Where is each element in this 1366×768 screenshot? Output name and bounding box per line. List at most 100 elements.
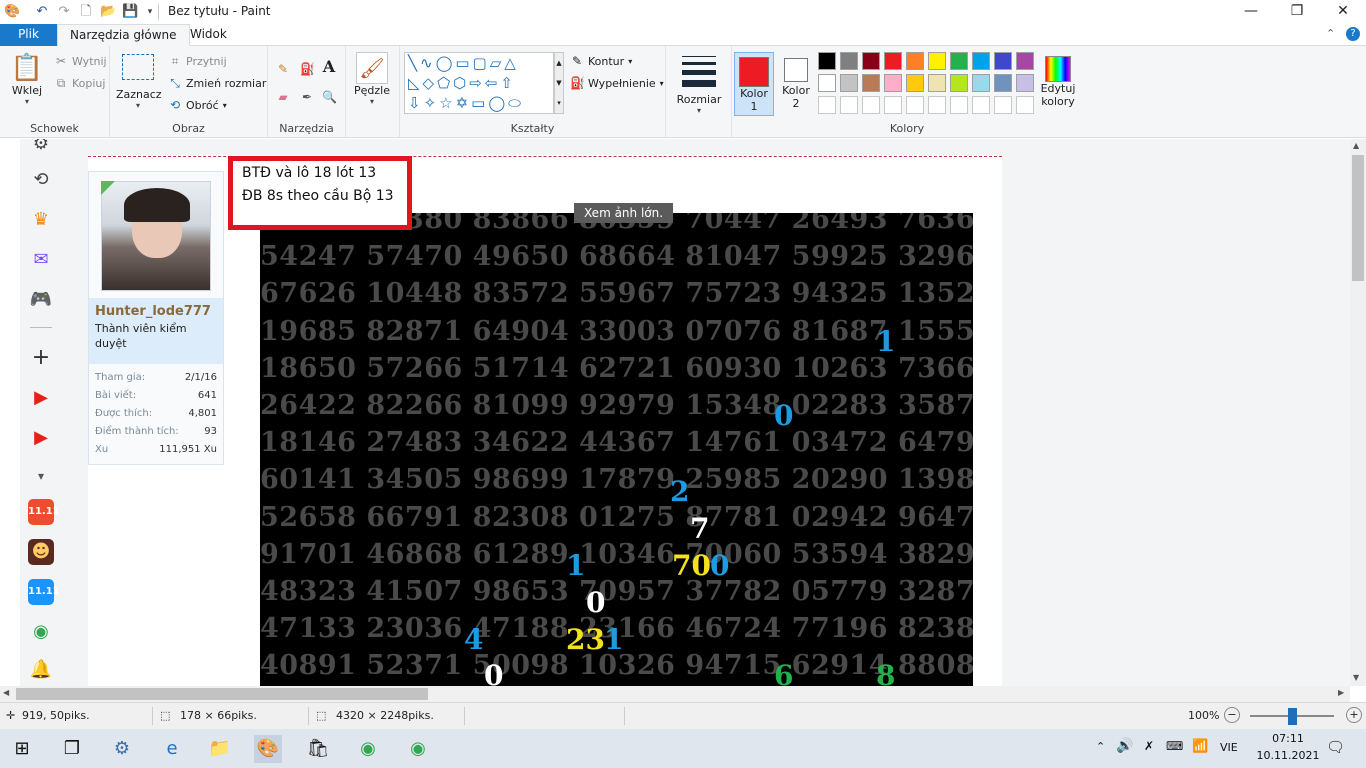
- empty-custom-color-swatch[interactable]: [884, 96, 902, 114]
- palette-color-swatch[interactable]: [928, 74, 946, 92]
- shopee-icon[interactable]: 11.11: [28, 499, 60, 525]
- avatar[interactable]: [101, 181, 211, 291]
- palette-color-swatch[interactable]: [1016, 52, 1034, 70]
- shapes-gallery[interactable]: ╲∿◯▭▢▱△ ◺◇⬠⬡⇨⇦⇧ ⇩✧☆✡▭◯⬭: [404, 52, 554, 114]
- palette-color-swatch[interactable]: [818, 74, 836, 92]
- empty-custom-color-swatch[interactable]: [862, 96, 880, 114]
- palette-color-swatch[interactable]: [862, 52, 880, 70]
- notifications-icon[interactable]: 🗨: [1326, 738, 1345, 756]
- vertical-scroll-thumb[interactable]: [1352, 155, 1364, 281]
- scroll-right-icon[interactable]: ▶: [1338, 688, 1344, 697]
- palette-color-swatch[interactable]: [840, 52, 858, 70]
- messenger-icon[interactable]: ✉: [28, 247, 54, 273]
- wifi-icon[interactable]: 📶: [1192, 739, 1208, 754]
- cut-button[interactable]: ✂ Wytnij: [54, 54, 107, 68]
- empty-custom-color-swatch[interactable]: [840, 96, 858, 114]
- notification-bell-icon[interactable]: 🔔: [28, 657, 54, 683]
- close-button[interactable]: ✕: [1320, 0, 1366, 24]
- copy-button[interactable]: ⧉ Kopiuj: [54, 76, 106, 90]
- color1-button[interactable]: Kolor 1: [734, 52, 774, 116]
- scroll-down-icon[interactable]: ▼: [1353, 673, 1359, 682]
- rotate-button[interactable]: ⟲ Obróć ▾: [168, 98, 227, 112]
- tab-view[interactable]: Widok: [178, 24, 239, 46]
- horizontal-scroll-thumb[interactable]: [16, 688, 428, 700]
- paint-canvas[interactable]: ⚙ ⟲ ♛ ✉ 🎮 + ▶ ▶ ▾ 11.11 ☻ 11.11 ◉ 🔔 Hunt…: [0, 139, 1350, 686]
- zoom-in-button[interactable]: +: [1346, 707, 1362, 723]
- palette-color-swatch[interactable]: [972, 52, 990, 70]
- crown-icon[interactable]: ♛: [28, 207, 54, 233]
- paint-app-icon[interactable]: 🎨: [4, 4, 20, 20]
- task-view-icon[interactable]: ❐: [58, 735, 86, 763]
- color-picker-icon[interactable]: ✒: [300, 90, 314, 104]
- crop-button[interactable]: ⌗ Przytnij: [168, 54, 227, 68]
- palette-color-swatch[interactable]: [994, 74, 1012, 92]
- vertical-scrollbar[interactable]: ▲ ▼: [1350, 139, 1366, 686]
- coccoc-taskbar-icon[interactable]: ◉: [354, 735, 382, 763]
- store-icon[interactable]: 🛍: [304, 735, 332, 763]
- palette-color-swatch[interactable]: [950, 52, 968, 70]
- save-icon[interactable]: 💾: [122, 4, 138, 20]
- keyboard-icon[interactable]: ⌨: [1166, 739, 1183, 753]
- empty-custom-color-swatch[interactable]: [928, 96, 946, 114]
- clock-time[interactable]: 07:11: [1264, 732, 1312, 745]
- youtube-icon-2[interactable]: ▶: [28, 425, 54, 451]
- history-icon[interactable]: ⟲: [28, 167, 54, 193]
- username[interactable]: Hunter_lode777: [95, 304, 211, 319]
- game-avatar-icon[interactable]: ☻: [28, 539, 54, 565]
- empty-custom-color-swatch[interactable]: [1016, 96, 1034, 114]
- empty-custom-color-swatch[interactable]: [950, 96, 968, 114]
- palette-color-swatch[interactable]: [906, 74, 924, 92]
- minimize-button[interactable]: —: [1228, 0, 1274, 24]
- input-method-icon[interactable]: ✗: [1144, 739, 1154, 753]
- tab-home[interactable]: Narzędzia główne: [57, 24, 190, 46]
- outline-button[interactable]: ✎ Kontur ▾: [570, 54, 632, 68]
- empty-custom-color-swatch[interactable]: [906, 96, 924, 114]
- file-explorer-icon[interactable]: 📁: [206, 735, 234, 763]
- magnifier-icon[interactable]: 🔍: [322, 90, 337, 104]
- new-file-icon[interactable]: 🗋: [78, 4, 94, 20]
- empty-custom-color-swatch[interactable]: [818, 96, 836, 114]
- fill-bucket-icon[interactable]: ⛽: [300, 62, 315, 76]
- palette-color-swatch[interactable]: [928, 52, 946, 70]
- collapse-ribbon-icon[interactable]: ⌃: [1326, 27, 1335, 40]
- add-icon[interactable]: +: [28, 345, 54, 371]
- customize-toolbar-icon[interactable]: ▾: [142, 4, 158, 20]
- edge-icon[interactable]: e: [158, 735, 186, 763]
- help-icon[interactable]: ?: [1346, 27, 1360, 41]
- resize-button[interactable]: ⤡ Zmień rozmiar: [168, 76, 266, 90]
- empty-custom-color-swatch[interactable]: [994, 96, 1012, 114]
- palette-color-swatch[interactable]: [1016, 74, 1034, 92]
- scroll-up-icon[interactable]: ▲: [1353, 141, 1359, 150]
- volume-icon[interactable]: 🔊: [1116, 738, 1133, 754]
- annotation-box[interactable]: BTĐ và lô 18 lót 13 ĐB 8s theo cầu Bộ 13: [228, 156, 412, 230]
- coccoc-taskbar-icon-2[interactable]: ◉: [404, 735, 432, 763]
- zoom-slider-thumb[interactable]: [1288, 708, 1297, 725]
- palette-color-swatch[interactable]: [884, 74, 902, 92]
- paste-button[interactable]: 📋 Wklej ▾: [6, 52, 48, 106]
- palette-color-swatch[interactable]: [994, 52, 1012, 70]
- horizontal-scrollbar[interactable]: ◀ ▶: [0, 686, 1350, 702]
- palette-color-swatch[interactable]: [884, 52, 902, 70]
- size-button[interactable]: Rozmiar ▾: [674, 52, 724, 115]
- brushes-button[interactable]: 🖌 Pędzle ▾: [352, 52, 392, 106]
- tray-expand-icon[interactable]: ⌃: [1096, 740, 1105, 753]
- text-tool-icon[interactable]: A: [322, 59, 336, 75]
- eraser-icon[interactable]: ▰: [276, 90, 290, 104]
- tab-file[interactable]: Plik: [0, 24, 57, 46]
- scroll-left-icon[interactable]: ◀: [3, 688, 9, 697]
- gamepad-icon[interactable]: 🎮: [28, 287, 54, 313]
- redo-icon[interactable]: ↷: [56, 4, 72, 20]
- start-windows-icon[interactable]: ⊞: [8, 735, 36, 763]
- language-indicator[interactable]: VIE: [1220, 741, 1238, 754]
- pencil-icon[interactable]: ✎: [276, 62, 290, 76]
- palette-color-swatch[interactable]: [906, 52, 924, 70]
- palette-color-swatch[interactable]: [862, 74, 880, 92]
- coccoc-icon[interactable]: ◉: [28, 619, 54, 645]
- youtube-icon[interactable]: ▶: [28, 385, 54, 411]
- color2-button[interactable]: Kolor 2: [778, 52, 814, 116]
- shapes-scroll[interactable]: ▲ ▼ ▾: [554, 52, 564, 114]
- palette-color-swatch[interactable]: [840, 74, 858, 92]
- view-large-tooltip[interactable]: Xem ảnh lớn.: [574, 203, 674, 223]
- palette-color-swatch[interactable]: [972, 74, 990, 92]
- zoom-out-button[interactable]: −: [1224, 707, 1240, 723]
